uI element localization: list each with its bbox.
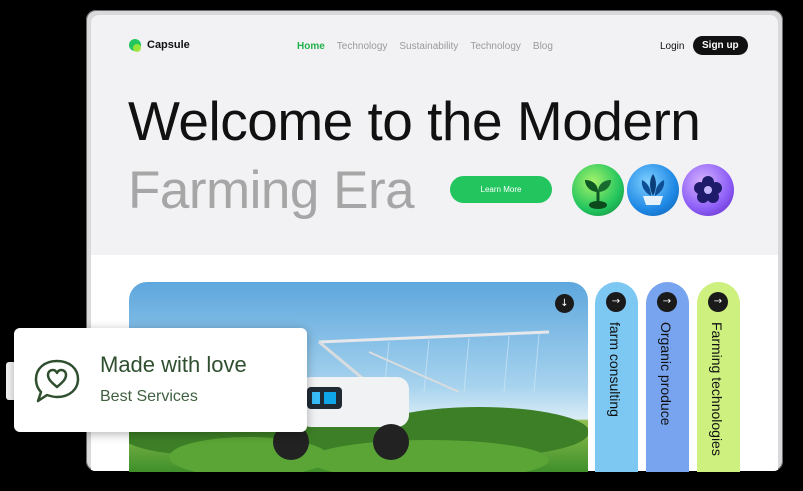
login-link[interactable]: Login xyxy=(660,41,684,52)
top-nav: Capsule Home Technology Sustainability T… xyxy=(91,15,778,69)
arrow-right-icon[interactable]: → xyxy=(657,292,677,312)
nav-item-technology[interactable]: Technology xyxy=(337,41,388,52)
service-card-farming-technologies[interactable]: → Farming technologies xyxy=(697,282,740,472)
love-card-subtitle: Best Services xyxy=(100,388,198,405)
hero-title-line2: Farming Era xyxy=(128,161,415,220)
heart-chat-icon xyxy=(34,359,80,403)
flower-icon xyxy=(682,164,734,216)
nav-item-technology-2[interactable]: Technology xyxy=(470,41,521,52)
signup-button[interactable]: Sign up xyxy=(693,36,748,55)
nav-item-home[interactable]: Home xyxy=(297,41,325,52)
love-card-tab xyxy=(6,362,14,400)
sprout-icon xyxy=(572,164,624,216)
brand-name: Capsule xyxy=(147,39,190,51)
service-card-farm-consulting[interactable]: → farm consulting xyxy=(595,282,638,472)
service-card-label: farm consulting xyxy=(607,322,623,417)
brand-logo[interactable]: Capsule xyxy=(129,39,190,52)
capsule-logo-icon xyxy=(129,39,141,52)
arrow-right-icon[interactable]: → xyxy=(606,292,626,312)
plant-pot-icon xyxy=(627,164,679,216)
service-card-organic-produce[interactable]: → Organic produce xyxy=(646,282,689,472)
service-card-label: Organic produce xyxy=(658,322,674,426)
nav-menu: Home Technology Sustainability Technolog… xyxy=(297,41,553,52)
made-with-love-card: Made with love Best Services xyxy=(14,328,307,432)
nav-item-blog[interactable]: Blog xyxy=(533,41,553,52)
service-card-label: Farming technologies xyxy=(709,322,725,456)
love-card-title: Made with love xyxy=(100,352,247,377)
nav-item-sustainability[interactable]: Sustainability xyxy=(399,41,458,52)
arrow-right-icon[interactable]: → xyxy=(708,292,728,312)
hero-title-line1: Welcome to the Modern xyxy=(128,90,701,152)
learn-more-button[interactable]: Learn More xyxy=(450,176,552,203)
chevron-down-icon[interactable]: ↓ xyxy=(555,294,574,313)
